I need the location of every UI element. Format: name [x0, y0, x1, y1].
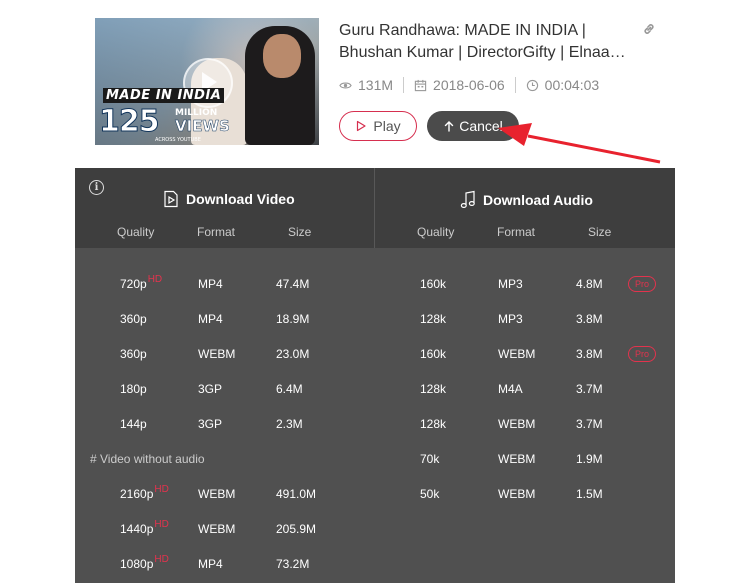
video-format: 3GP [198, 382, 223, 396]
panel-header-divider [374, 168, 375, 248]
audio-col-format: Format [497, 225, 536, 239]
calendar-icon [414, 79, 427, 91]
download-panel: i Download Video Download Audio Quality … [75, 168, 675, 583]
audio-size: 3.7M [576, 382, 603, 396]
video-title: Guru Randhawa: MADE IN INDIA | Bhushan K… [339, 20, 639, 64]
video-size: 47.4M [276, 277, 310, 291]
cancel-button-label: Cancel [459, 118, 503, 134]
audio-size: 1.5M [576, 487, 603, 501]
video-format: WEBM [198, 487, 236, 501]
thumbnail-across-text: ACROSS YOUTUBE [155, 137, 201, 143]
audio-size: 3.8M [576, 347, 603, 361]
video-format: WEBM [198, 347, 236, 361]
download-video-title: Download Video [186, 191, 295, 207]
hd-badge: HD [154, 519, 169, 530]
upload-arrow-icon [445, 121, 454, 132]
video-meta: 131M 2018-06-06 00:04:03 [339, 76, 599, 94]
video-size: 18.9M [276, 312, 310, 326]
video-quality: 360p [120, 347, 147, 361]
video-quality: 2160pHD [120, 484, 169, 501]
audio-quality: 70k [420, 452, 440, 466]
download-video-heading: Download Video [162, 190, 295, 208]
video-quality: 360p [120, 312, 147, 326]
audio-format: MP3 [498, 312, 523, 326]
audio-col-size: Size [588, 225, 612, 239]
date-meta: 2018-06-06 [414, 77, 505, 93]
video-duration: 00:04:03 [544, 77, 600, 93]
upload-date: 2018-06-06 [433, 77, 505, 93]
pro-badge: Pro [628, 276, 656, 292]
audio-quality: 128k [420, 417, 447, 431]
video-format: MP4 [198, 277, 223, 291]
thumbnail-face [263, 34, 301, 78]
audio-format: WEBM [498, 487, 536, 501]
hd-badge: HD [154, 484, 169, 495]
audio-format: MP3 [498, 277, 523, 291]
video-size: 205.9M [276, 522, 317, 536]
video-size: 73.2M [276, 557, 310, 571]
audio-quality: 160k [420, 347, 447, 361]
video-format: 3GP [198, 417, 223, 431]
video-title-line-2: Bhushan Kumar | DirectorGifty | Elnaa… [339, 44, 626, 61]
audio-quality: 128k [420, 382, 447, 396]
audio-size: 3.7M [576, 417, 603, 431]
audio-format: WEBM [498, 452, 536, 466]
video-quality: 144p [120, 417, 147, 431]
music-note-icon [460, 190, 475, 209]
video-size: 491.0M [276, 487, 317, 501]
views-count: 131M [358, 77, 394, 93]
clock-icon [526, 79, 538, 91]
hd-badge: HD [147, 274, 163, 285]
audio-quality: 160k [420, 277, 447, 291]
audio-size: 4.8M [576, 277, 603, 291]
info-icon[interactable]: i [89, 180, 104, 195]
audio-col-quality: Quality [417, 225, 455, 239]
video-size: 6.4M [276, 382, 303, 396]
audio-quality: 50k [420, 487, 440, 501]
meta-divider [514, 77, 516, 93]
link-icon[interactable] [642, 22, 656, 36]
video-quality: 1080pHD [120, 554, 169, 571]
video-col-size: Size [288, 225, 312, 239]
video-format: MP4 [198, 312, 223, 326]
audio-quality: 128k [420, 312, 447, 326]
thumbnail-count-text: 125 [99, 104, 161, 140]
eye-icon [339, 82, 352, 88]
video-without-audio-label: # Video without audio [90, 452, 205, 466]
play-button-label: Play [373, 118, 401, 134]
download-audio-title: Download Audio [483, 192, 593, 208]
download-audio-heading: Download Audio [459, 190, 593, 210]
video-quality: 1440pHD [120, 519, 169, 536]
video-quality: 180p [120, 382, 147, 396]
meta-divider [403, 77, 405, 93]
audio-format: WEBM [498, 347, 536, 361]
video-file-icon [164, 190, 178, 208]
duration-meta: 00:04:03 [526, 77, 600, 93]
thumbnail-views-text: VIEWS [175, 117, 230, 136]
video-format: MP4 [198, 557, 223, 571]
audio-format: M4A [498, 382, 523, 396]
video-col-format: Format [197, 225, 236, 239]
cancel-button[interactable]: Cancel [427, 111, 519, 141]
video-thumbnail[interactable]: MADE IN INDIA 125 MILLION VIEWS ACROSS Y… [95, 18, 319, 145]
views-meta: 131M [339, 77, 393, 93]
audio-format: WEBM [498, 417, 536, 431]
play-icon [357, 120, 366, 132]
video-quality: 720pHD [120, 274, 163, 291]
video-size: 2.3M [276, 417, 303, 431]
audio-size: 1.9M [576, 452, 603, 466]
thumbnail-made-in-india-text: MADE IN INDIA [103, 88, 225, 103]
pro-badge: Pro [628, 346, 656, 362]
video-title-line-1: Guru Randhawa: MADE IN INDIA | [339, 22, 586, 39]
video-size: 23.0M [276, 347, 310, 361]
video-format: WEBM [198, 522, 236, 536]
hd-badge: HD [154, 554, 169, 565]
play-button[interactable]: Play [339, 111, 417, 141]
video-col-quality: Quality [117, 225, 155, 239]
audio-size: 3.8M [576, 312, 603, 326]
